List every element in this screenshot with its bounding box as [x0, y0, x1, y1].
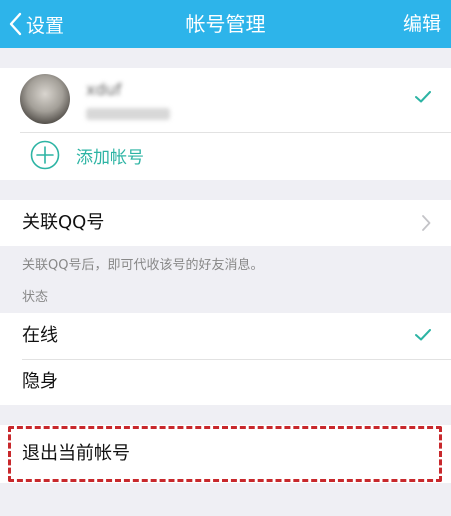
avatar[interactable]	[20, 74, 70, 124]
link-qq-label: 关联QQ号	[22, 212, 105, 233]
link-qq-row[interactable]: 关联QQ号	[0, 200, 451, 246]
link-qq-hint: 关联QQ号后，即可代收该号的好友消息。	[22, 258, 264, 273]
plus-circle-icon	[30, 140, 60, 170]
navigation-bar: 设置 帐号管理 编辑	[0, 0, 451, 48]
highlight-annotation-box	[8, 426, 442, 482]
add-account-label: 添加帐号	[76, 147, 144, 168]
account-name[interactable]: xduf	[86, 80, 121, 99]
status-option-online[interactable]: 在线	[0, 313, 451, 359]
status-options: 在线 隐身	[0, 313, 451, 405]
status-option-invisible[interactable]: 隐身	[0, 359, 451, 405]
edit-button[interactable]: 编辑	[403, 0, 441, 48]
accounts-card: xduf 添加帐号	[0, 68, 451, 180]
status-section-label: 状态	[22, 290, 49, 305]
checkmark-icon	[415, 329, 431, 341]
status-option-label: 隐身	[22, 371, 58, 392]
chevron-right-icon	[422, 215, 431, 231]
page-title: 帐号管理	[185, 12, 266, 36]
add-account-button[interactable]: 添加帐号	[30, 138, 144, 172]
checkmark-icon	[415, 88, 431, 107]
status-option-label: 在线	[22, 325, 58, 346]
account-subtitle-blurred	[86, 108, 170, 120]
divider	[20, 132, 451, 133]
